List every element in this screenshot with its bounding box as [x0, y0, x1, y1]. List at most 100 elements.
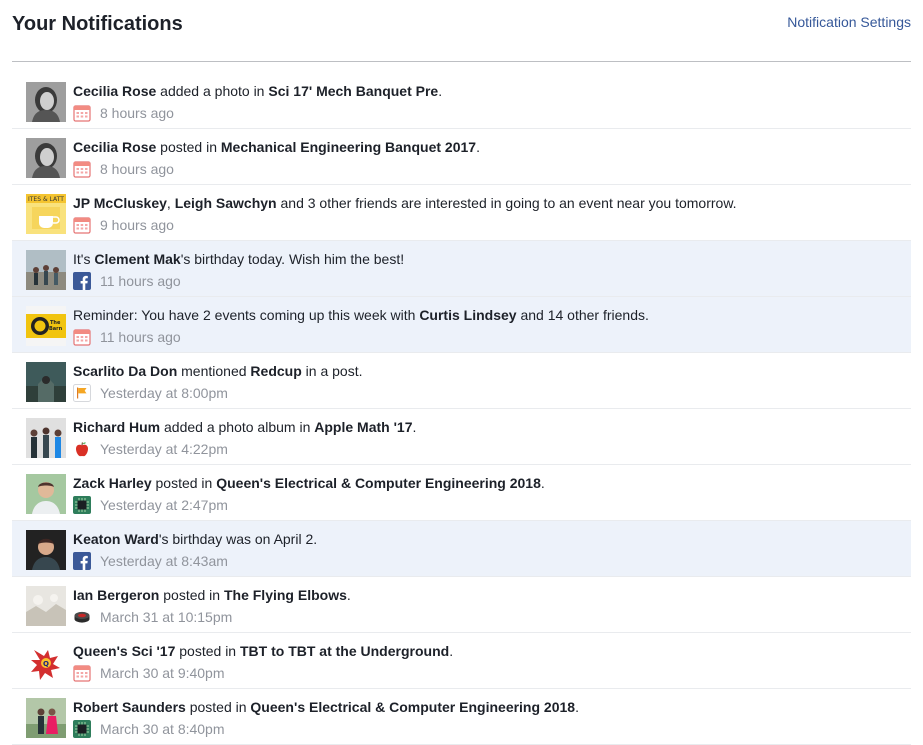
- notification-row[interactable]: Cecilia Rose added a photo in Sci 17' Me…: [12, 73, 911, 129]
- notification-text-segment: .: [540, 475, 545, 491]
- notification-text[interactable]: Keaton Ward's birthday was on April 2.: [73, 530, 903, 548]
- notification-entity[interactable]: Keaton Ward: [73, 531, 159, 547]
- notification-row[interactable]: Q Queen's Sci '17 posted in TBT to TBT at…: [12, 633, 911, 689]
- notification-entity[interactable]: Curtis Lindsey: [419, 307, 516, 323]
- notification-text-segment: posted in: [175, 643, 240, 659]
- notification-text[interactable]: Scarlito Da Don mentioned Redcup in a po…: [73, 362, 903, 380]
- notification-entity[interactable]: Clement Mak: [94, 251, 180, 267]
- notification-meta: 9 hours ago: [73, 216, 174, 234]
- notification-entity[interactable]: TBT to TBT at the Underground: [240, 643, 449, 659]
- notification-timestamp: March 31 at 10:15pm: [100, 609, 233, 625]
- notification-timestamp: 11 hours ago: [100, 329, 181, 345]
- notification-text-segment: 's birthday today. Wish him the best!: [180, 251, 405, 267]
- notification-text-segment: posted in: [151, 475, 217, 491]
- notification-text[interactable]: Reminder: You have 2 events coming up th…: [73, 306, 903, 324]
- notification-timestamp: Yesterday at 4:22pm: [100, 441, 228, 457]
- apple-icon: [73, 440, 91, 458]
- notification-entity[interactable]: Leigh Sawchyn: [175, 195, 277, 211]
- notification-timestamp: 11 hours ago: [100, 273, 181, 289]
- notification-text-segment: and 14 other friends.: [516, 307, 649, 323]
- notification-timestamp: 9 hours ago: [100, 217, 174, 233]
- notification-meta: Yesterday at 4:22pm: [73, 440, 228, 458]
- notification-entity[interactable]: Redcup: [250, 363, 301, 379]
- notification-text[interactable]: Zack Harley posted in Queen's Electrical…: [73, 474, 903, 492]
- richard-hum-avatar[interactable]: [26, 418, 66, 458]
- notification-entity[interactable]: Queen's Electrical & Computer Engineerin…: [216, 475, 541, 491]
- notification-row[interactable]: Scarlito Da Don mentioned Redcup in a po…: [12, 353, 911, 409]
- clement-mak-avatar[interactable]: [26, 250, 66, 290]
- facebook-icon: [73, 272, 91, 290]
- notification-text-segment: .: [346, 587, 351, 603]
- keaton-ward-avatar[interactable]: [26, 530, 66, 570]
- notification-entity[interactable]: Apple Math '17: [314, 419, 412, 435]
- notification-entity[interactable]: JP McCluskey: [73, 195, 167, 211]
- notification-row[interactable]: It's Clement Mak's birthday today. Wish …: [12, 241, 911, 297]
- notification-text[interactable]: Ian Bergeron posted in The Flying Elbows…: [73, 586, 903, 604]
- queens-sci-avatar[interactable]: Q: [26, 642, 66, 682]
- notification-row[interactable]: Zack Harley posted in Queen's Electrical…: [12, 465, 911, 521]
- notification-timestamp: Yesterday at 2:47pm: [100, 497, 228, 513]
- notification-timestamp: Yesterday at 8:00pm: [100, 385, 228, 401]
- notification-row[interactable]: Ian Bergeron posted in The Flying Elbows…: [12, 577, 911, 633]
- notification-settings-link[interactable]: Notification Settings: [787, 14, 911, 30]
- notification-text-segment: 's birthday was on April 2.: [158, 531, 318, 547]
- event-cafe-avatar[interactable]: ITES & LATT: [26, 194, 66, 234]
- notification-entity[interactable]: Robert Saunders: [73, 699, 186, 715]
- notification-row[interactable]: Robert Saunders posted in Queen's Electr…: [12, 689, 911, 745]
- notification-text[interactable]: Robert Saunders posted in Queen's Electr…: [73, 698, 903, 716]
- notification-meta: Yesterday at 2:47pm: [73, 496, 228, 514]
- cecilia-rose-avatar[interactable]: [26, 138, 66, 178]
- notification-text[interactable]: JP McCluskey, Leigh Sawchyn and 3 other …: [73, 194, 903, 212]
- notification-entity[interactable]: Cecilia Rose: [73, 83, 156, 99]
- notification-entity[interactable]: Queen's Electrical & Computer Engineerin…: [250, 699, 575, 715]
- notification-row[interactable]: Keaton Ward's birthday was on April 2. Ye…: [12, 521, 911, 577]
- notification-entity[interactable]: Richard Hum: [73, 419, 160, 435]
- calendar-icon: [73, 104, 91, 122]
- notification-meta: March 31 at 10:15pm: [73, 608, 232, 626]
- notification-text-segment: ,: [166, 195, 175, 211]
- notification-text[interactable]: Cecilia Rose added a photo in Sci 17' Me…: [73, 82, 903, 100]
- notification-text-segment: posted in: [159, 587, 224, 603]
- notification-entity[interactable]: Sci 17' Mech Banquet Pre: [268, 83, 438, 99]
- calendar-icon: [73, 328, 91, 346]
- ian-bergeron-avatar[interactable]: [26, 586, 66, 626]
- notification-row[interactable]: Cecilia Rose posted in Mechanical Engine…: [12, 129, 911, 185]
- svg-text:ITES & LATT: ITES & LATT: [28, 196, 64, 203]
- calendar-icon: [73, 160, 91, 178]
- notification-text[interactable]: Cecilia Rose posted in Mechanical Engine…: [73, 138, 903, 156]
- notification-text[interactable]: Queen's Sci '17 posted in TBT to TBT at …: [73, 642, 903, 660]
- notification-timestamp: Yesterday at 8:43am: [100, 553, 228, 569]
- cecilia-rose-avatar[interactable]: [26, 82, 66, 122]
- scarlito-avatar[interactable]: [26, 362, 66, 402]
- notification-row[interactable]: ITES & LATT JP McCluskey, Leigh Sawchyn a…: [12, 185, 911, 241]
- chip-icon: [73, 496, 91, 514]
- notification-row[interactable]: The Barn Reminder: You have 2 events comin…: [12, 297, 911, 353]
- notification-entity[interactable]: Ian Bergeron: [73, 587, 159, 603]
- notification-entity[interactable]: Cecilia Rose: [73, 139, 156, 155]
- notification-row[interactable]: Richard Hum added a photo album in Apple…: [12, 409, 911, 465]
- notification-meta: 8 hours ago: [73, 160, 174, 178]
- notification-timestamp: March 30 at 9:40pm: [100, 665, 225, 681]
- notifications-header: Your Notifications Notification Settings: [0, 0, 923, 48]
- zack-harley-avatar[interactable]: [26, 474, 66, 514]
- notification-text-segment: posted in: [185, 699, 251, 715]
- notification-text-segment: It's: [73, 251, 95, 267]
- notification-text-segment: .: [449, 643, 454, 659]
- notification-text-segment: added a photo in: [156, 83, 269, 99]
- notification-meta: Yesterday at 8:43am: [73, 552, 228, 570]
- notification-entity[interactable]: Zack Harley: [73, 475, 152, 491]
- notification-entity[interactable]: Mechanical Engineering Banquet 2017: [221, 139, 476, 155]
- robert-saunders-avatar[interactable]: [26, 698, 66, 738]
- calendar-icon: [73, 216, 91, 234]
- events-reminder-avatar[interactable]: The Barn: [26, 306, 66, 346]
- notification-text[interactable]: Richard Hum added a photo album in Apple…: [73, 418, 903, 436]
- chip-icon: [73, 720, 91, 738]
- notification-meta: 11 hours ago: [73, 328, 181, 346]
- notification-entity[interactable]: Scarlito Da Don: [73, 363, 177, 379]
- notification-text-segment: Reminder: You have 2 events coming up th…: [73, 307, 420, 323]
- notification-entity[interactable]: The Flying Elbows: [224, 587, 347, 603]
- notification-text[interactable]: It's Clement Mak's birthday today. Wish …: [73, 250, 903, 268]
- notification-text-segment: and 3 other friends are interested in go…: [276, 195, 737, 211]
- svg-text:Barn: Barn: [49, 326, 63, 332]
- notification-entity[interactable]: Queen's Sci '17: [73, 643, 175, 659]
